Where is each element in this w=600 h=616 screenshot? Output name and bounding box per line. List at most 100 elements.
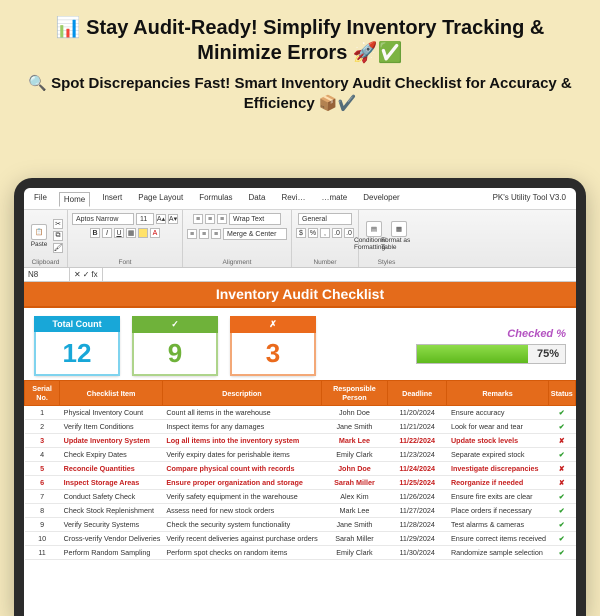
format-painter-icon[interactable]: 🖌: [53, 243, 63, 253]
table-row[interactable]: 11Perform Random SamplingPerform spot ch…: [25, 546, 576, 560]
wrap-text-button[interactable]: Wrap Text: [229, 213, 281, 225]
align-center-icon[interactable]: ≡: [199, 229, 209, 239]
cell-status[interactable]: ✔: [548, 420, 575, 434]
cell-serial[interactable]: 7: [25, 490, 60, 504]
cell-item[interactable]: Check Stock Replenishment: [60, 504, 163, 518]
col-person[interactable]: Responsible Person: [322, 381, 388, 406]
cell-serial[interactable]: 3: [25, 434, 60, 448]
cell-item[interactable]: Perform Random Sampling: [60, 546, 163, 560]
cell-item[interactable]: Reconcile Quantities: [60, 462, 163, 476]
cell-item[interactable]: Conduct Safety Check: [60, 490, 163, 504]
col-remarks[interactable]: Remarks: [447, 381, 548, 406]
align-bot-icon[interactable]: ≡: [217, 214, 227, 224]
cell-status[interactable]: ✘: [548, 434, 575, 448]
cell-person[interactable]: John Doe: [322, 406, 388, 420]
cell-deadline[interactable]: 11/30/2024: [387, 546, 447, 560]
cell-item[interactable]: Update Inventory System: [60, 434, 163, 448]
cell-desc[interactable]: Inspect items for any damages: [162, 420, 321, 434]
merge-center-button[interactable]: Merge & Center: [223, 228, 287, 240]
cell-deadline[interactable]: 11/29/2024: [387, 532, 447, 546]
table-row[interactable]: 6Inspect Storage AreasEnsure proper orga…: [25, 476, 576, 490]
cell-remarks[interactable]: Randomize sample selection: [447, 546, 548, 560]
checklist-table[interactable]: Serial No. Checklist Item Description Re…: [24, 380, 576, 560]
cell-remarks[interactable]: Test alarms & cameras: [447, 518, 548, 532]
cell-item[interactable]: Check Expiry Dates: [60, 448, 163, 462]
cell-desc[interactable]: Verify expiry dates for perishable items: [162, 448, 321, 462]
cell-item[interactable]: Physical Inventory Count: [60, 406, 163, 420]
menu-formulas[interactable]: Formulas: [195, 191, 236, 206]
worksheet[interactable]: Inventory Audit Checklist Total Count 12…: [24, 282, 576, 616]
menu-review[interactable]: Revi…: [277, 191, 309, 206]
cell-serial[interactable]: 9: [25, 518, 60, 532]
cell-deadline[interactable]: 11/21/2024: [387, 420, 447, 434]
cell-item[interactable]: Inspect Storage Areas: [60, 476, 163, 490]
cell-status[interactable]: ✔: [548, 448, 575, 462]
cell-status[interactable]: ✔: [548, 406, 575, 420]
fill-color-icon[interactable]: [138, 228, 148, 238]
name-box[interactable]: N8: [24, 268, 70, 281]
cancel-fx-icon[interactable]: ✕: [74, 270, 81, 279]
cell-desc[interactable]: Verify recent deliveries against purchas…: [162, 532, 321, 546]
cell-status[interactable]: ✔: [548, 504, 575, 518]
col-serial[interactable]: Serial No.: [25, 381, 60, 406]
cell-remarks[interactable]: Ensure accuracy: [447, 406, 548, 420]
italic-icon[interactable]: I: [102, 228, 112, 238]
copy-icon[interactable]: ⧉: [53, 231, 63, 241]
menu-data[interactable]: Data: [245, 191, 270, 206]
cell-person[interactable]: Emily Clark: [322, 546, 388, 560]
cell-person[interactable]: Jane Smith: [322, 518, 388, 532]
cell-desc[interactable]: Compare physical count with records: [162, 462, 321, 476]
cut-icon[interactable]: ✂: [53, 219, 63, 229]
cell-status[interactable]: ✘: [548, 476, 575, 490]
paste-button[interactable]: 📋 Paste: [28, 221, 50, 251]
cell-remarks[interactable]: Investigate discrepancies: [447, 462, 548, 476]
cell-person[interactable]: Jane Smith: [322, 420, 388, 434]
cell-item[interactable]: Verify Item Conditions: [60, 420, 163, 434]
cell-person[interactable]: Sarah Miller: [322, 532, 388, 546]
cell-remarks[interactable]: Reorganize if needed: [447, 476, 548, 490]
cell-status[interactable]: ✘: [548, 462, 575, 476]
cell-status[interactable]: ✔: [548, 518, 575, 532]
cell-serial[interactable]: 1: [25, 406, 60, 420]
cell-person[interactable]: Emily Clark: [322, 448, 388, 462]
formula-input[interactable]: [103, 268, 576, 281]
col-status[interactable]: Status: [548, 381, 575, 406]
cell-desc[interactable]: Log all items into the inventory system: [162, 434, 321, 448]
cell-status[interactable]: ✔: [548, 546, 575, 560]
cell-serial[interactable]: 10: [25, 532, 60, 546]
cell-item[interactable]: Cross-verify Vendor Deliveries: [60, 532, 163, 546]
table-row[interactable]: 4Check Expiry DatesVerify expiry dates f…: [25, 448, 576, 462]
menu-insert[interactable]: Insert: [98, 191, 126, 206]
cell-person[interactable]: Sarah Miller: [322, 476, 388, 490]
currency-icon[interactable]: $: [296, 228, 306, 238]
cell-deadline[interactable]: 11/24/2024: [387, 462, 447, 476]
cell-remarks[interactable]: Ensure fire exits are clear: [447, 490, 548, 504]
table-row[interactable]: 5Reconcile QuantitiesCompare physical co…: [25, 462, 576, 476]
cell-desc[interactable]: Ensure proper organization and storage: [162, 476, 321, 490]
align-mid-icon[interactable]: ≡: [205, 214, 215, 224]
menu-utility-tool[interactable]: PK's Utility Tool V3.0: [489, 191, 570, 206]
table-row[interactable]: 8Check Stock ReplenishmentAssess need fo…: [25, 504, 576, 518]
cell-remarks[interactable]: Place orders if necessary: [447, 504, 548, 518]
table-row[interactable]: 3Update Inventory SystemLog all items in…: [25, 434, 576, 448]
cell-remarks[interactable]: Look for wear and tear: [447, 420, 548, 434]
cell-deadline[interactable]: 11/26/2024: [387, 490, 447, 504]
cell-deadline[interactable]: 11/23/2024: [387, 448, 447, 462]
cell-deadline[interactable]: 11/20/2024: [387, 406, 447, 420]
accept-fx-icon[interactable]: ✓: [83, 270, 90, 279]
cell-status[interactable]: ✔: [548, 490, 575, 504]
cell-desc[interactable]: Check the security system functionality: [162, 518, 321, 532]
comma-icon[interactable]: ,: [320, 228, 330, 238]
cell-item[interactable]: Verify Security Systems: [60, 518, 163, 532]
cell-status[interactable]: ✔: [548, 532, 575, 546]
table-row[interactable]: 2Verify Item ConditionsInspect items for…: [25, 420, 576, 434]
percent-icon[interactable]: %: [308, 228, 318, 238]
inc-decimal-icon[interactable]: .0: [332, 228, 342, 238]
col-desc[interactable]: Description: [162, 381, 321, 406]
col-deadline[interactable]: Deadline: [387, 381, 447, 406]
cell-person[interactable]: John Doe: [322, 462, 388, 476]
dec-font-icon[interactable]: A▾: [168, 214, 178, 224]
menu-automate[interactable]: …mate: [317, 191, 351, 206]
format-as-table-button[interactable]: ▦ Format as Table: [388, 221, 410, 251]
cell-deadline[interactable]: 11/28/2024: [387, 518, 447, 532]
